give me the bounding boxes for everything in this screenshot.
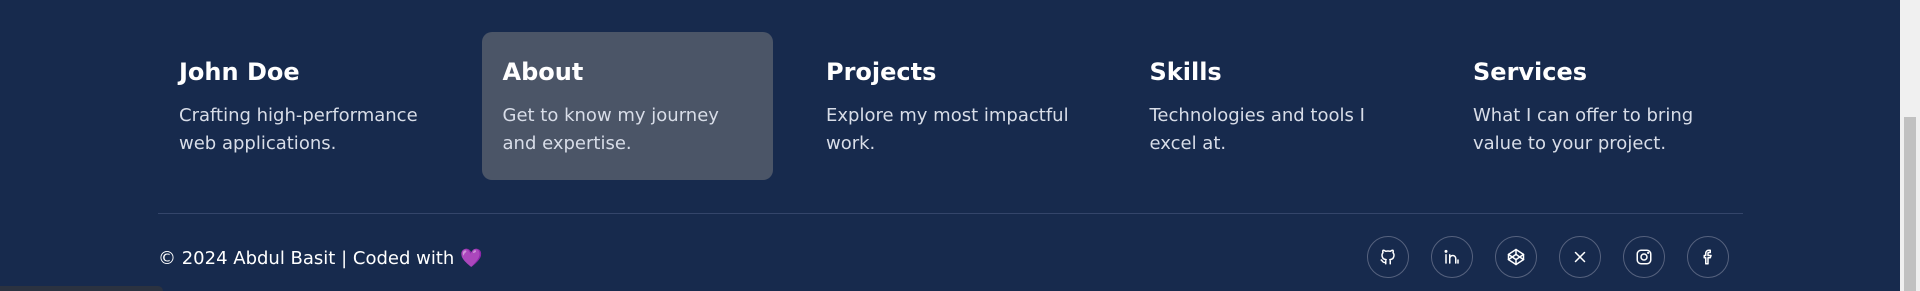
footer-link-services[interactable]: Services What I can offer to bring value… bbox=[1452, 32, 1743, 180]
footer-link-projects[interactable]: Projects Explore my most impactful work. bbox=[805, 32, 1096, 180]
linkedin-icon bbox=[1444, 249, 1459, 264]
github-link[interactable] bbox=[1367, 236, 1409, 278]
instagram-link[interactable] bbox=[1623, 236, 1665, 278]
footer-link-skills[interactable]: Skills Technologies and tools I excel at… bbox=[1129, 32, 1420, 180]
about-desc: Get to know my journey and expertise. bbox=[502, 104, 719, 154]
skills-title: Skills bbox=[1149, 58, 1222, 86]
x-icon bbox=[1574, 251, 1586, 263]
copyright-label: © 2024 Abdul Basit | Coded with bbox=[158, 248, 455, 269]
skills-desc: Technologies and tools I excel at. bbox=[1149, 104, 1365, 154]
facebook-link[interactable] bbox=[1687, 236, 1729, 278]
scrollbar-thumb[interactable] bbox=[1904, 117, 1916, 291]
projects-title: Projects bbox=[826, 58, 937, 86]
site-footer: John Doe Crafting high-performance web a… bbox=[0, 0, 1900, 291]
facebook-icon bbox=[1703, 249, 1712, 265]
brand-tagline: Crafting high-performance web applicatio… bbox=[179, 104, 418, 154]
about-title: About bbox=[502, 58, 584, 86]
x-link[interactable] bbox=[1559, 236, 1601, 278]
brand-name: John Doe bbox=[179, 58, 300, 86]
status-bar-hint bbox=[0, 286, 163, 291]
footer-divider bbox=[158, 213, 1743, 214]
page-scrollbar[interactable] bbox=[1900, 0, 1920, 291]
codepen-link[interactable] bbox=[1495, 236, 1537, 278]
services-desc: What I can offer to bring value to your … bbox=[1473, 104, 1694, 154]
social-links bbox=[1367, 236, 1729, 278]
heart-icon: 💜 bbox=[460, 248, 483, 269]
github-icon bbox=[1380, 249, 1395, 265]
copyright-text: © 2024 Abdul Basit | Coded with 💜 bbox=[158, 247, 483, 271]
services-title: Services bbox=[1473, 58, 1588, 86]
footer-link-about[interactable]: About Get to know my journey and experti… bbox=[481, 32, 773, 180]
footer-column-brand: John Doe Crafting high-performance web a… bbox=[158, 32, 449, 180]
footer-columns: John Doe Crafting high-performance web a… bbox=[158, 32, 1743, 180]
linkedin-link[interactable] bbox=[1431, 236, 1473, 278]
codepen-icon bbox=[1507, 248, 1525, 266]
instagram-icon bbox=[1636, 249, 1652, 265]
projects-desc: Explore my most impactful work. bbox=[826, 104, 1069, 154]
